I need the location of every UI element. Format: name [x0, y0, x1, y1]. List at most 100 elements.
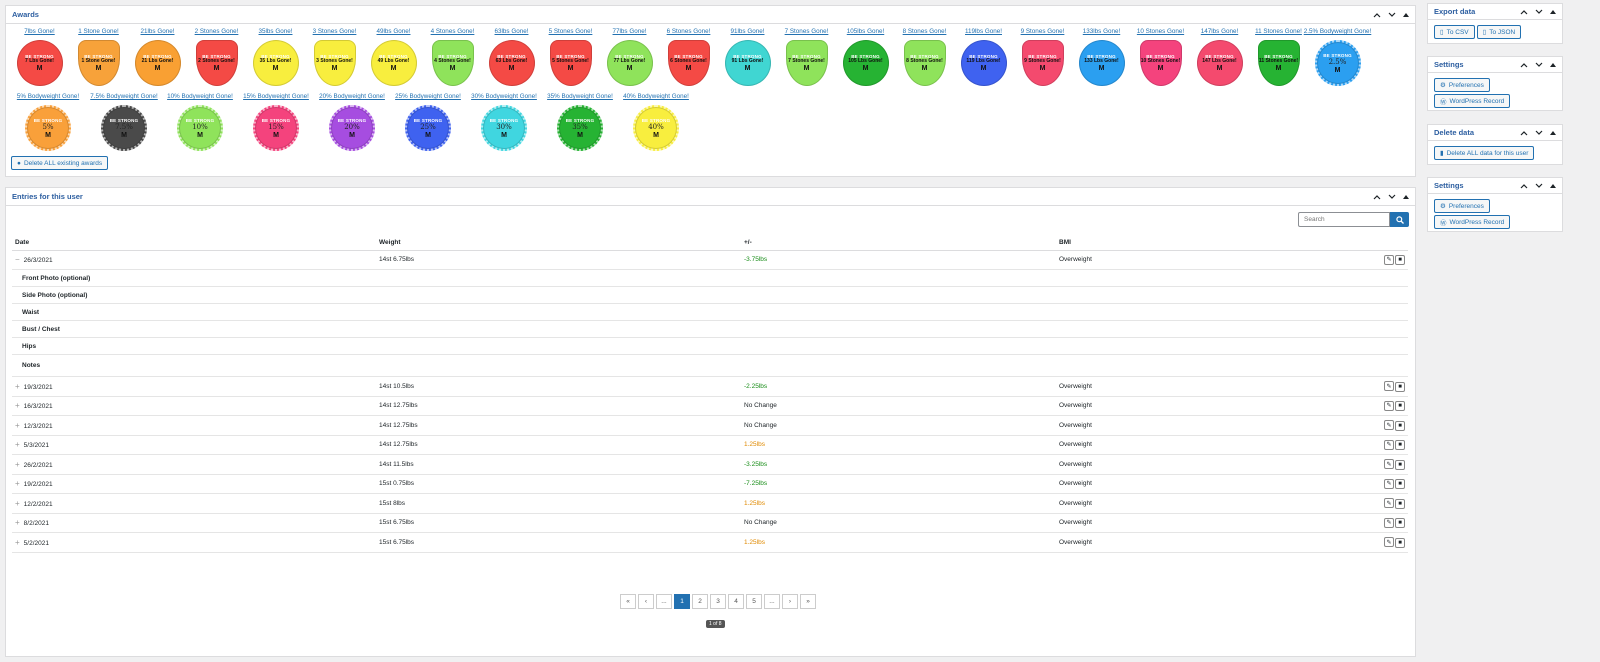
chevron-down-icon[interactable] — [1535, 9, 1543, 15]
table-row[interactable]: +19/3/2021 14st 10.5lbs -2.25lbs Overweight… — [12, 376, 1408, 397]
chevron-down-icon[interactable] — [1535, 183, 1543, 189]
export-json-button[interactable]: ▯ To JSON — [1476, 25, 1522, 39]
page-button[interactable]: 3 — [710, 594, 726, 609]
edit-icon[interactable]: ✎ — [1384, 537, 1394, 547]
preferences-button[interactable]: ⚙ Preferences — [1434, 78, 1490, 92]
award-link[interactable]: 15% Bodyweight Gone! — [243, 92, 309, 102]
export-csv-button[interactable]: ▯ To CSV — [1434, 25, 1475, 39]
trash-icon[interactable]: ■ — [1395, 479, 1405, 489]
table-row[interactable]: +19/2/2021 15st 0.75lbs -7.25lbs Overweight… — [12, 474, 1408, 494]
award-link[interactable]: 40% Bodyweight Gone! — [623, 92, 689, 102]
edit-icon[interactable]: ✎ — [1384, 381, 1394, 391]
column-header-change[interactable]: +/- — [741, 235, 1056, 251]
chevron-up-icon[interactable] — [1520, 130, 1528, 136]
table-row[interactable]: +12/2/2021 15st 8lbs 1.25lbs Overweight ✎ ■ — [12, 493, 1408, 514]
collapse-toggle-icon[interactable] — [1403, 194, 1409, 199]
award-link[interactable]: 63lbs Gone! — [495, 27, 529, 37]
award-link[interactable]: 4 Stones Gone! — [431, 27, 475, 37]
search-button[interactable] — [1390, 212, 1409, 227]
column-header-bmi[interactable]: BMI — [1056, 235, 1376, 251]
page-button[interactable]: 4 — [728, 594, 744, 609]
award-link[interactable]: 49lbs Gone! — [377, 27, 411, 37]
award-link[interactable]: 105lbs Gone! — [847, 27, 884, 37]
award-link[interactable]: 5 Stones Gone! — [549, 27, 593, 37]
trash-icon[interactable]: ■ — [1395, 401, 1405, 411]
expand-row-icon[interactable]: + — [15, 538, 20, 547]
page-button[interactable]: 5 — [746, 594, 762, 609]
trash-icon[interactable]: ■ — [1395, 518, 1405, 528]
award-link[interactable]: 119lbs Gone! — [965, 27, 1002, 37]
trash-icon[interactable]: ■ — [1395, 255, 1405, 265]
column-header-date[interactable]: Date — [12, 235, 376, 251]
trash-icon[interactable]: ■ — [1395, 440, 1405, 450]
award-link[interactable]: 147lbs Gone! — [1201, 27, 1238, 37]
edit-icon[interactable]: ✎ — [1384, 254, 1394, 265]
table-row[interactable]: +5/3/2021 14st 12.75lbs 1.25lbs Overweight ✎… — [12, 435, 1408, 455]
award-link[interactable]: 77lbs Gone! — [613, 27, 647, 37]
award-link[interactable]: 21lbs Gone! — [141, 27, 175, 37]
collapse-toggle-icon[interactable] — [1550, 183, 1556, 188]
chevron-down-icon[interactable] — [1535, 62, 1543, 68]
trash-icon[interactable]: ■ — [1395, 498, 1405, 509]
edit-icon[interactable]: ✎ — [1384, 420, 1394, 430]
award-link[interactable]: 20% Bodyweight Gone! — [319, 92, 385, 102]
award-link[interactable]: 7 Stones Gone! — [785, 27, 829, 37]
award-link[interactable]: 11 Stones Gone! — [1255, 27, 1302, 37]
search-input[interactable] — [1298, 212, 1390, 227]
page-button[interactable]: » — [800, 594, 816, 609]
wordpress-record-button[interactable]: Ⓦ WordPress Record — [1434, 215, 1511, 229]
wordpress-record-button[interactable]: Ⓦ WordPress Record — [1434, 94, 1511, 108]
award-link[interactable]: 2 Stones Gone! — [195, 27, 239, 37]
chevron-up-icon[interactable] — [1373, 12, 1381, 18]
expand-row-icon[interactable]: + — [15, 518, 20, 527]
page-button[interactable]: ... — [656, 594, 672, 609]
chevron-up-icon[interactable] — [1373, 194, 1381, 200]
preferences-button[interactable]: ⚙ Preferences — [1434, 199, 1490, 213]
award-link[interactable]: 25% Bodyweight Gone! — [395, 92, 461, 102]
column-header-weight[interactable]: Weight — [376, 235, 741, 251]
award-link[interactable]: 30% Bodyweight Gone! — [471, 92, 537, 102]
table-row[interactable]: +5/2/2021 15st 6.75lbs 1.25lbs Overweight ✎ ■ — [12, 532, 1408, 553]
expand-row-icon[interactable]: + — [15, 440, 20, 449]
table-row-expanded[interactable]: −26/3/2021 14st 6.75lbs -3.75lbs Overwei… — [12, 250, 1408, 270]
page-button[interactable]: 2 — [692, 594, 708, 609]
table-row[interactable]: +8/2/2021 15st 6.75lbs No Change Overweight… — [12, 513, 1408, 533]
trash-icon[interactable]: ■ — [1395, 381, 1405, 392]
award-link[interactable]: 35lbs Gone! — [259, 27, 293, 37]
award-link[interactable]: 35% Bodyweight Gone! — [547, 92, 613, 102]
page-button[interactable]: 1 — [674, 594, 690, 609]
expand-row-icon[interactable]: + — [15, 479, 20, 488]
table-row[interactable]: +26/2/2021 14st 11.5lbs -3.25lbs Overweight… — [12, 454, 1408, 475]
award-link[interactable]: 10 Stones Gone! — [1137, 27, 1184, 37]
edit-icon[interactable]: ✎ — [1384, 498, 1394, 508]
award-link[interactable]: 6 Stones Gone! — [667, 27, 711, 37]
page-button[interactable]: ‹ — [638, 594, 654, 609]
delete-all-data-button[interactable]: ▮ Delete ALL data for this user — [1434, 146, 1535, 160]
expand-row-icon[interactable]: + — [15, 460, 20, 469]
award-link[interactable]: 10% Bodyweight Gone! — [167, 92, 233, 102]
collapse-toggle-icon[interactable] — [1550, 130, 1556, 135]
award-link[interactable]: 9 Stones Gone! — [1021, 27, 1065, 37]
edit-icon[interactable]: ✎ — [1384, 400, 1394, 411]
chevron-down-icon[interactable] — [1535, 130, 1543, 136]
collapse-row-icon[interactable]: − — [15, 255, 20, 264]
award-link[interactable]: 3 Stones Gone! — [313, 27, 357, 37]
award-link[interactable]: 7lbs Gone! — [24, 27, 54, 37]
trash-icon[interactable]: ■ — [1395, 420, 1405, 431]
page-button[interactable]: › — [782, 594, 798, 609]
chevron-up-icon[interactable] — [1520, 183, 1528, 189]
chevron-down-icon[interactable] — [1388, 12, 1396, 18]
award-link[interactable]: 7.5% Bodyweight Gone! — [90, 92, 158, 102]
table-row[interactable]: +16/3/2021 14st 12.75lbs No Change Overweig… — [12, 396, 1408, 416]
table-row[interactable]: +12/3/2021 14st 12.75lbs No Change Overweig… — [12, 415, 1408, 436]
edit-icon[interactable]: ✎ — [1384, 459, 1394, 469]
award-link[interactable]: 5% Bodyweight Gone! — [17, 92, 79, 102]
delete-all-awards-button[interactable]: ● Delete ALL existing awards — [11, 156, 109, 170]
award-link[interactable]: 1 Stone Gone! — [78, 27, 119, 37]
collapse-toggle-icon[interactable] — [1550, 62, 1556, 67]
collapse-toggle-icon[interactable] — [1403, 12, 1409, 17]
expand-row-icon[interactable]: + — [15, 499, 20, 508]
edit-icon[interactable]: ✎ — [1384, 517, 1394, 528]
expand-row-icon[interactable]: + — [15, 382, 20, 391]
expand-row-icon[interactable]: + — [15, 401, 20, 410]
